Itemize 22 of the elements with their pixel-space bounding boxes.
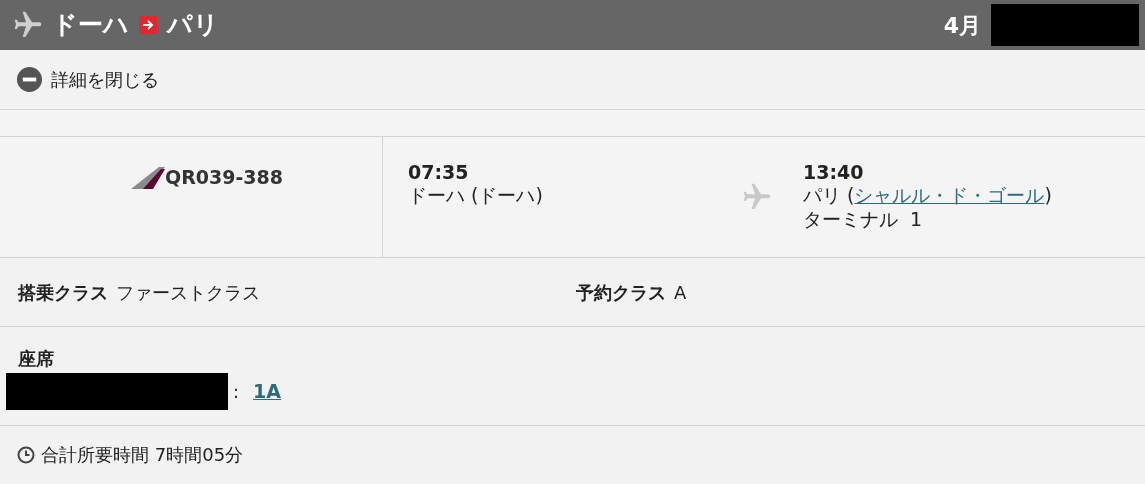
- seat-label: 座席: [17, 347, 55, 371]
- month-label: 4月: [943, 11, 981, 40]
- closing-parenthesis: ): [1044, 184, 1052, 206]
- cabin-class-label: 搭乗クラス: [18, 280, 108, 305]
- departure-time: 07:35: [408, 161, 470, 183]
- arrival-time: 13:40: [803, 161, 865, 183]
- booking-class-value: A: [674, 280, 687, 305]
- destination-city: パリ: [167, 9, 219, 42]
- airline-tail-icon: [129, 165, 165, 189]
- departure-place: ドーハ (ドーハ): [408, 183, 544, 207]
- booking-class-label: 予約クラス: [576, 280, 666, 305]
- collapse-details-button[interactable]: 詳細を閉じる: [16, 66, 159, 93]
- separator-colon: :: [233, 380, 240, 404]
- seat-link[interactable]: 1A: [253, 377, 281, 406]
- flight-number: QR039-388: [165, 165, 283, 190]
- terminal-label: ターミナル 1: [803, 207, 924, 231]
- airport-link[interactable]: シャルル・ド・ゴール: [854, 184, 1045, 206]
- total-duration: 合計所要時間 7時間05分: [41, 443, 244, 467]
- arrival-city: パリ (: [803, 184, 855, 206]
- cabin-class-value: ファーストクラス: [116, 280, 260, 305]
- origin-city: ドーハ: [52, 9, 129, 42]
- clock-icon: [17, 445, 35, 464]
